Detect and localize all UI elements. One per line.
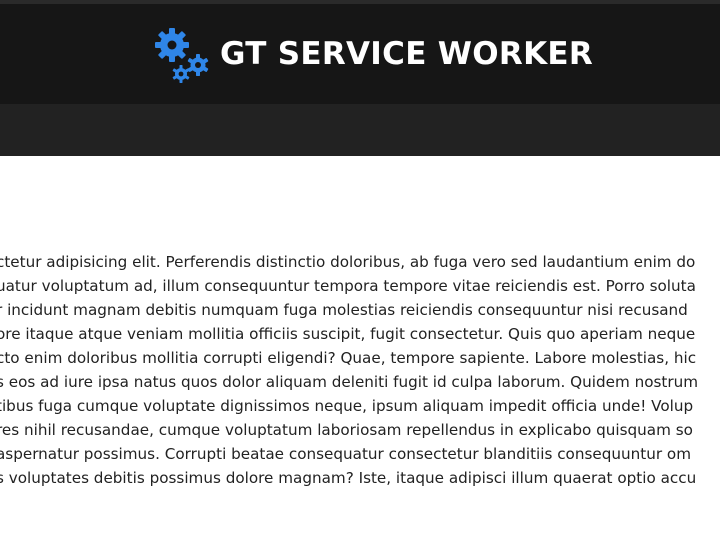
paragraph-line: cto enim doloribus mollitia corrupti eli… bbox=[0, 349, 697, 367]
paragraph-line: r incidunt magnam debitis numquam fuga m… bbox=[0, 301, 688, 319]
paragraph-line: ctetur adipisicing elit. Perferendis dis… bbox=[0, 253, 696, 271]
paragraph-line: aspernatur possimus. Corrupti beatae con… bbox=[0, 445, 691, 463]
site-header: GT SERVICE WORKER bbox=[0, 0, 720, 104]
gears-icon bbox=[155, 28, 209, 83]
paragraph-line: tibus fuga cumque voluptate dignissimos … bbox=[0, 397, 694, 415]
paragraph-line: s voluptates debitis possimus dolore mag… bbox=[0, 469, 697, 487]
main-content: ctetur adipisicing elit. Perferendis dis… bbox=[0, 156, 720, 540]
paragraph-line: res nihil recusandae, cumque voluptatum … bbox=[0, 421, 693, 439]
body-paragraph: ctetur adipisicing elit. Perferendis dis… bbox=[0, 250, 698, 490]
site-title: GT SERVICE WORKER bbox=[220, 36, 594, 72]
paragraph-line: ore itaque atque veniam mollitia officii… bbox=[0, 325, 696, 343]
paragraph-line: s eos ad iure ipsa natus quos dolor aliq… bbox=[0, 373, 699, 391]
brand[interactable]: GT SERVICE WORKER bbox=[150, 22, 593, 86]
nav-bar bbox=[0, 104, 720, 156]
paragraph-line: uatur voluptatum ad, illum consequuntur … bbox=[0, 277, 696, 295]
